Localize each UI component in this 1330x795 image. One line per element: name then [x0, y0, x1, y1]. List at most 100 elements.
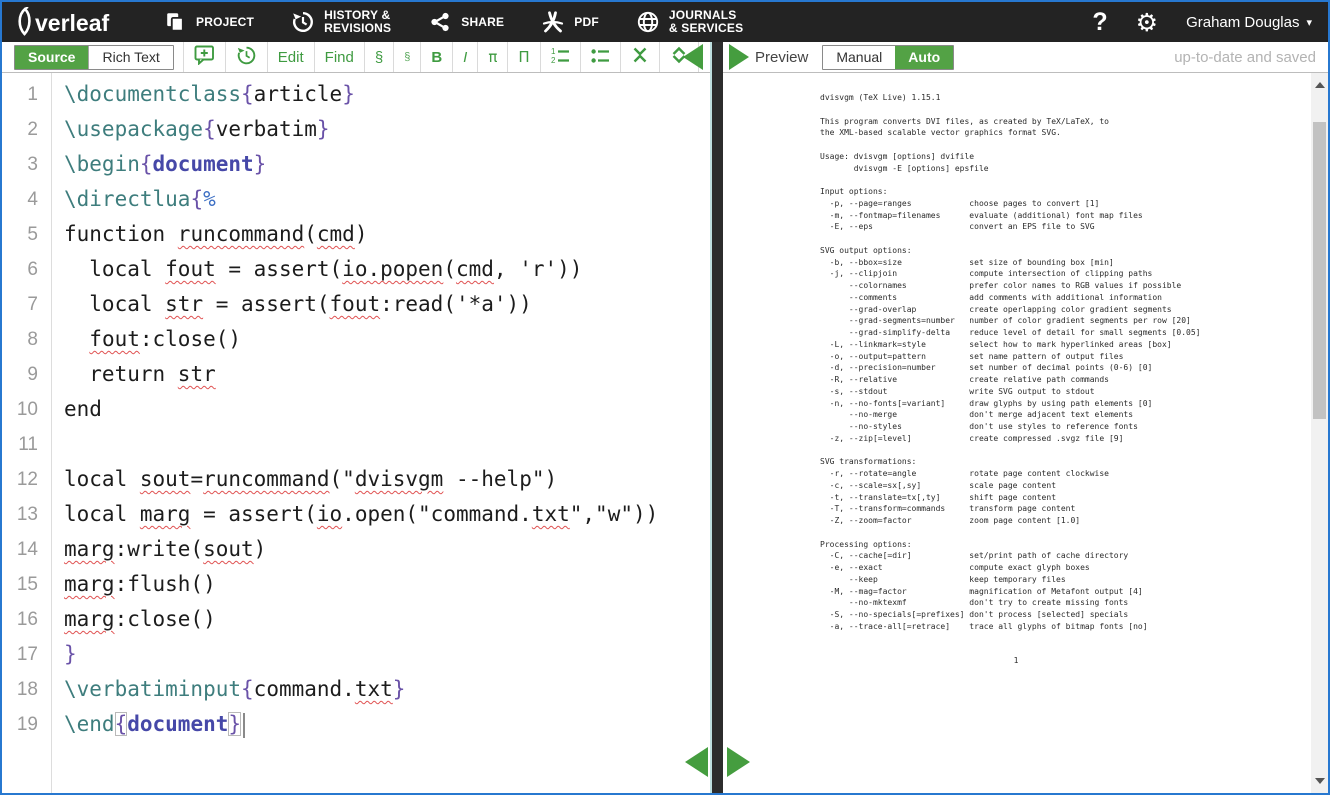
section-button[interactable]: §: [364, 42, 393, 72]
italic-button[interactable]: I: [452, 42, 477, 72]
code-line: \usepackage{verbatim}: [64, 112, 710, 147]
line-number: 11: [2, 427, 51, 462]
globe-icon: [635, 9, 661, 35]
nav-label: PROJECT: [196, 15, 254, 29]
code-line: local str = assert(fout:read('*a')): [64, 287, 710, 322]
inline-math-button[interactable]: π: [477, 42, 507, 72]
line-number: 15: [2, 567, 51, 602]
chevron-down-icon: ▾: [1306, 16, 1312, 29]
code-line: local sout=runcommand("dvisvgm --help"): [64, 462, 710, 497]
nav-label: & SERVICES: [669, 21, 743, 35]
line-number: 12: [2, 462, 51, 497]
line-number: 18: [2, 672, 51, 707]
code-area[interactable]: \documentclass{article}\usepackage{verba…: [53, 73, 710, 793]
line-number: 16: [2, 602, 51, 637]
nav-item-share[interactable]: SHARE: [427, 9, 504, 35]
line-number: 13: [2, 497, 51, 532]
find-button[interactable]: Find: [314, 42, 364, 72]
mode-toggle-group: Source Rich Text: [14, 45, 174, 70]
code-line: [64, 427, 710, 462]
code-line: \begin{document}: [64, 147, 710, 182]
rich-text-mode-button[interactable]: Rich Text: [88, 46, 172, 69]
preview-toolbar: Preview Manual Auto up-to-date and saved: [723, 42, 1328, 73]
auto-compile-button[interactable]: Auto: [895, 46, 953, 69]
line-number: 19: [2, 707, 51, 742]
code-line: marg:close(): [64, 602, 710, 637]
line-number: 9: [2, 357, 51, 392]
pane-divider[interactable]: [710, 42, 723, 793]
nav-item-history-revisions[interactable]: HISTORY & REVISIONS: [290, 9, 391, 35]
overleaf-leaf-icon: verleaf: [14, 7, 126, 37]
bullet-list-button[interactable]: [580, 42, 620, 72]
share-nodes-icon: [427, 9, 453, 35]
comment-plus-icon: [194, 45, 215, 69]
manual-compile-button[interactable]: Manual: [823, 46, 895, 69]
track-changes-history-button[interactable]: [225, 42, 267, 72]
source-code-editor[interactable]: 12345678910111213141516171819 \documentc…: [2, 73, 710, 793]
preview-scrollbar[interactable]: [1311, 73, 1328, 793]
add-comment-button[interactable]: [183, 42, 225, 72]
code-line: }: [64, 637, 710, 672]
svg-text:verleaf: verleaf: [35, 10, 110, 36]
user-name: Graham Douglas: [1186, 14, 1299, 31]
settings-gear-icon[interactable]: ⚙: [1136, 10, 1158, 35]
nav-label: REVISIONS: [324, 21, 391, 35]
line-number: 2: [2, 112, 51, 147]
compile-status-text: up-to-date and saved: [1174, 49, 1316, 66]
line-number: 14: [2, 532, 51, 567]
code-line: \directlua{%: [64, 182, 710, 217]
bullet-list-icon: [591, 47, 610, 68]
scrollbar-down-arrow-icon[interactable]: [1315, 778, 1325, 784]
compile-mode-group: Manual Auto: [822, 45, 954, 70]
code-line: local fout = assert(io.popen(cmd, 'r')): [64, 252, 710, 287]
history-clock-icon: [236, 45, 257, 70]
user-menu[interactable]: Graham Douglas ▾: [1186, 14, 1312, 31]
code-line: local marg = assert(io.open("command.txt…: [64, 497, 710, 532]
top-navbar: verleaf PROJECT HISTORY &: [2, 2, 1328, 42]
history-clock-icon: [290, 9, 316, 35]
pdf-reader-icon: [540, 9, 566, 35]
code-line: end: [64, 392, 710, 427]
numbered-list-button[interactable]: 1 2: [540, 42, 580, 72]
nav-item-journals-services[interactable]: JOURNALS & SERVICES: [635, 9, 743, 35]
copy-pages-icon: [162, 9, 188, 35]
code-line: \verbatiminput{command.txt}: [64, 672, 710, 707]
expand-preview-pane-bottom-button[interactable]: [727, 747, 750, 777]
navbar-right-group: ? ⚙ Graham Douglas ▾: [1092, 8, 1316, 37]
help-button[interactable]: ?: [1092, 8, 1107, 37]
nav-label: PDF: [574, 15, 599, 29]
line-number: 7: [2, 287, 51, 322]
line-number-gutter: 12345678910111213141516171819: [2, 73, 52, 793]
pdf-text: dvisvgm (TeX Live) 1.15.1 This program c…: [820, 92, 1201, 633]
text-cursor: [243, 713, 245, 738]
line-number: 8: [2, 322, 51, 357]
editor-toolbar: Source Rich Text: [2, 42, 710, 73]
source-mode-button[interactable]: Source: [15, 46, 88, 69]
code-line: \end{document}: [64, 707, 710, 742]
svg-text:1: 1: [551, 47, 556, 56]
line-number: 17: [2, 637, 51, 672]
edit-menu-button[interactable]: Edit: [267, 42, 314, 72]
nav-label: SHARE: [461, 15, 504, 29]
code-line: return str: [64, 357, 710, 392]
collapse-lines-button[interactable]: [620, 42, 659, 72]
code-line: \documentclass{article}: [64, 77, 710, 112]
pdf-page-number: 1: [820, 656, 1212, 665]
collapse-editor-pane-bottom-button[interactable]: [685, 747, 708, 777]
overleaf-logo[interactable]: verleaf: [14, 7, 126, 37]
nav-item-project[interactable]: PROJECT: [162, 9, 254, 35]
line-number: 5: [2, 217, 51, 252]
display-math-button[interactable]: Π: [507, 42, 539, 72]
overleaf-window: verleaf PROJECT HISTORY &: [0, 0, 1330, 795]
line-number: 10: [2, 392, 51, 427]
bold-button[interactable]: B: [420, 42, 452, 72]
line-number: 4: [2, 182, 51, 217]
scrollbar-up-arrow-icon[interactable]: [1315, 82, 1325, 88]
subsection-button[interactable]: §: [393, 42, 420, 72]
scrollbar-thumb[interactable]: [1313, 122, 1326, 419]
pdf-preview-pane: dvisvgm (TeX Live) 1.15.1 This program c…: [723, 73, 1328, 793]
expand-preview-pane-button[interactable]: [729, 44, 749, 70]
nav-item-pdf[interactable]: PDF: [540, 9, 599, 35]
preview-label: Preview: [755, 49, 808, 66]
collapse-editor-pane-button[interactable]: [683, 44, 703, 70]
